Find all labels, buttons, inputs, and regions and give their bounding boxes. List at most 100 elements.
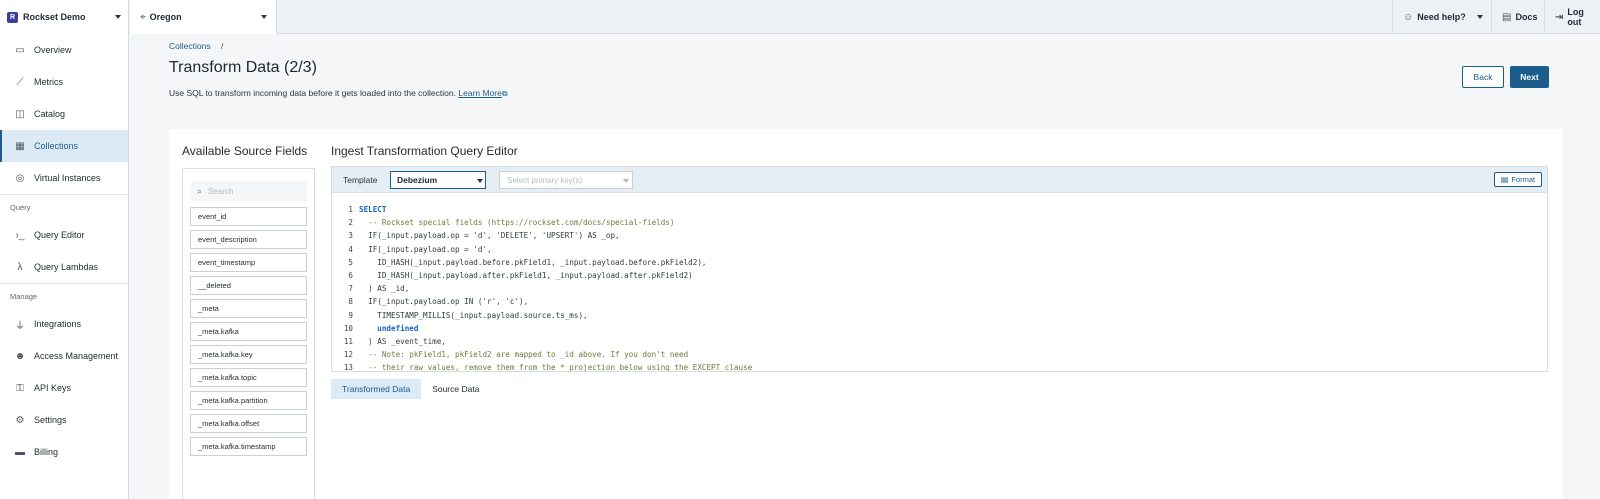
breadcrumb-separator: / [220,41,224,51]
source-field[interactable]: event_timestamp [190,253,307,272]
logout-label: Log out [1567,7,1584,27]
code-text: IF(_input.payload.op IN ('r', 'c'), [359,297,529,307]
sidebar-item-metrics[interactable]: ⟋ Metrics [0,66,128,98]
sidebar-item-label: Catalog [34,109,66,119]
code-line: 12 -- Note: pkField1, pkField2 are mappe… [332,348,1547,361]
source-field[interactable]: _meta [190,299,307,318]
table-icon: ▦ [15,140,25,152]
sidebar-item-integrations[interactable]: ⏚ Integrations [0,308,128,340]
source-field[interactable]: _meta.kafka.offset [190,414,307,433]
docs-label: Docs [1515,12,1538,22]
code-line: 5 ID_HASH(_input.payload.before.pkField1… [332,256,1547,269]
sidebar-section-query: Query [0,194,128,219]
region-name: Oregon [149,12,182,22]
docs-button[interactable]: ▤ Docs [1491,0,1544,34]
credit-card-icon: ▬ [15,446,25,458]
logout-button[interactable]: ⇥ Log out [1544,0,1600,34]
template-select[interactable]: Debezium [390,171,486,189]
code-line: 13 -- their raw values, remove them from… [332,361,1547,372]
sidebar-item-billing[interactable]: ▬ Billing [0,436,128,468]
top-bar: R Rockset Demo ⌖ Oregon ☺ Need help? ▤ D… [0,0,1600,34]
result-tabs: Transformed Data Source Data [331,379,490,399]
primary-key-select[interactable]: Select primary key(s) [499,171,633,189]
sidebar-item-label: Access Management [34,351,119,361]
sidebar-item-query-editor[interactable]: ›_ Query Editor [0,219,128,251]
tab-source-data[interactable]: Source Data [421,379,490,399]
source-field[interactable]: _meta.kafka.topic [190,368,307,387]
learn-more-label: Learn More [458,88,502,98]
source-fields-title: Available Source Fields [182,144,308,158]
learn-more-link[interactable]: Learn More [458,88,501,98]
sidebar-item-label: Metrics [34,77,63,87]
user-gear-icon: ☻ [14,350,26,362]
format-icon: ▤ [1500,175,1509,184]
source-field[interactable]: _meta.kafka.key [190,345,307,364]
sidebar-item-label: API Keys [34,383,72,393]
sidebar-item-collections[interactable]: ▦ Collections [0,130,128,162]
source-field[interactable]: event_description [190,230,307,249]
code-line: 1 SELECT [332,203,1547,216]
code-text: SELECT [359,205,387,215]
code-text: ID_HASH(_input.payload.after.pkField1, _… [359,271,693,281]
line-number: 8 [348,297,353,307]
logout-icon: ⇥ [1555,11,1564,23]
person-help-icon: ☺ [1403,11,1414,23]
back-button[interactable]: Back [1462,66,1504,88]
code-line: 4 IF(_input.payload.op = 'd', [332,243,1547,256]
sidebar-item-settings[interactable]: ⚙ Settings [0,404,128,436]
sidebar-item-query-lambdas[interactable]: λ Query Lambdas [0,251,128,283]
code-line: 11 ) AS _event_time, [332,335,1547,348]
source-field[interactable]: __deleted [190,276,307,295]
editor-title: Ingest Transformation Query Editor [331,144,518,158]
editor-toolbar: Template Debezium Select primary key(s) … [331,166,1548,193]
chevron-down-icon [623,179,629,183]
region-switcher[interactable]: ⌖ Oregon [130,0,277,34]
code-line: 9 TIMESTAMP_MILLIS(_input.payload.source… [332,309,1547,322]
code-text: undefined [359,323,419,333]
book-icon: ◫ [15,108,25,120]
sidebar-item-catalog[interactable]: ◫ Catalog [0,98,128,130]
chart-line-icon: ⟋ [16,76,24,88]
source-search-input[interactable]: ⌕ Search [191,181,307,201]
source-field[interactable]: _meta.kafka.partition [190,391,307,410]
next-button[interactable]: Next [1510,66,1549,88]
source-field[interactable]: _meta.kafka [190,322,307,341]
line-number: 4 [348,244,353,254]
line-number: 11 [343,336,353,346]
org-name: Rockset Demo [23,12,86,22]
line-number: 1 [348,205,353,215]
plug-icon: ⏚ [15,320,25,332]
line-number: 6 [348,271,353,281]
source-field[interactable]: event_id [190,207,307,226]
sidebar-item-overview[interactable]: ▭ Overview [0,34,128,66]
breadcrumb: Collections / [169,41,223,51]
format-button[interactable]: ▤ Format [1494,172,1542,187]
code-text: IF(_input.payload.op = 'd', [359,244,492,254]
format-label: Format [1511,175,1536,184]
breadcrumb-collections-link[interactable]: Collections [169,41,211,51]
org-switcher[interactable]: R Rockset Demo [0,0,129,34]
line-number: 2 [348,218,353,228]
need-help-button[interactable]: ☺ Need help? [1392,0,1491,34]
document-icon: ▤ [1502,11,1512,23]
sql-code-editor[interactable]: 1 SELECT 2 -- Rockset special fields (htt… [331,193,1548,372]
sidebar-item-api-keys[interactable]: ⚿ API Keys [0,372,128,404]
sidebar-item-virtual-instances[interactable]: ◎ Virtual Instances [0,162,128,194]
page-subtitle: Use SQL to transform incoming data befor… [169,88,508,99]
code-line: 10 undefined [332,322,1547,335]
code-text: TIMESTAMP_MILLIS(_input.payload.source.t… [359,310,588,320]
code-text: ID_HASH(_input.payload.before.pkField1, … [359,257,707,267]
line-number: 13 [343,363,353,372]
code-line: 3 IF(_input.payload.op = 'd', 'DELETE', … [332,229,1547,242]
sidebar-item-access-management[interactable]: ☻ Access Management [0,340,128,372]
sidebar-item-label: Query Lambdas [34,262,99,272]
subtitle-text: Use SQL to transform incoming data befor… [169,88,456,98]
sidebar-item-label: Settings [34,415,67,425]
code-line: 6 ID_HASH(_input.payload.after.pkField1,… [332,269,1547,282]
code-line: 7 ) AS _id, [332,282,1547,295]
source-field[interactable]: _meta.kafka.timestamp [190,437,307,456]
tab-transformed-data[interactable]: Transformed Data [331,379,422,399]
chevron-down-icon [115,15,121,19]
rockset-logo-icon: R [7,11,18,23]
code-text: -- their raw values, remove them from th… [359,363,753,372]
